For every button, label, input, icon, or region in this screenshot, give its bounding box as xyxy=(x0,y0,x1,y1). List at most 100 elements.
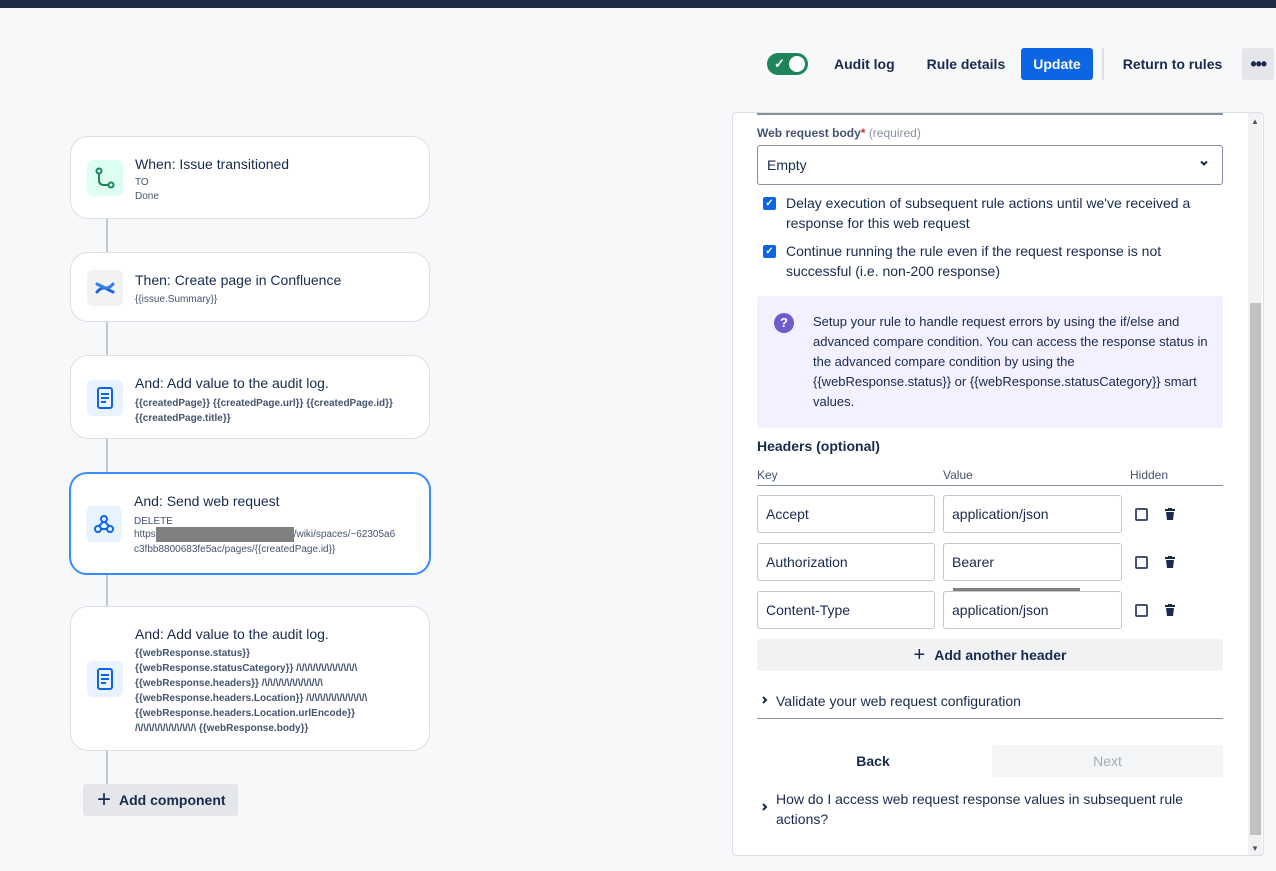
header-value-input[interactable]: Bearer xyxy=(943,543,1122,611)
validate-config-expander[interactable]: Validate your web request configuration xyxy=(757,693,1223,719)
question-icon: ? xyxy=(774,313,794,333)
headers-title: Headers (optional) xyxy=(757,438,880,454)
trigger-card[interactable]: When: Issue transitioned TO Done xyxy=(70,136,430,219)
audit-log-line: {{webResponse.headers.Location.urlEncode… xyxy=(135,708,356,719)
create-page-title: Then: Create page in Confluence xyxy=(135,272,342,288)
trash-icon[interactable] xyxy=(1165,508,1175,520)
check-icon: ✓ xyxy=(774,56,785,71)
toolbar-divider xyxy=(1101,48,1104,80)
audit-log-title: And: Add value to the audit log. xyxy=(135,375,329,391)
audit-log-value: {{createdPage}} {{createdPage.url}} {{cr… xyxy=(135,398,393,409)
info-text: Setup your rule to handle request errors… xyxy=(813,314,1208,409)
url-prefix: https xyxy=(134,529,156,540)
audit-log-line: {{webResponse.headers}} /\/\/\/\/\/\/\/\… xyxy=(135,678,323,689)
scroll-down-arrow[interactable]: ▼ xyxy=(1251,844,1259,853)
flow-connector xyxy=(106,219,108,253)
panel-top-divider xyxy=(757,113,1223,115)
audit-log-title: And: Add value to the audit log. xyxy=(135,626,329,642)
flow-connector xyxy=(106,574,108,607)
create-page-card[interactable]: Then: Create page in Confluence {{issue.… xyxy=(70,252,430,322)
web-request-body-select[interactable]: Empty xyxy=(757,145,1223,185)
audit-log-line: /\/\/\/\/\/\/\/\/\/\/\ {{webResponse.bod… xyxy=(135,723,309,734)
flow-connector xyxy=(106,322,108,356)
hidden-checkbox[interactable] xyxy=(1135,508,1148,521)
validate-label: Validate your web request configuration xyxy=(776,693,1021,709)
create-page-summary: {{issue.Summary}} xyxy=(135,294,218,305)
webhook-icon xyxy=(86,506,122,542)
header-value-text: Bearer xyxy=(952,554,995,570)
redacted-block xyxy=(155,527,294,542)
rule-toolbar: ✓ Audit log Rule details Update Return t… xyxy=(767,48,1275,80)
delay-execution-checkbox[interactable]: ✓ xyxy=(763,197,776,210)
col-hidden: Hidden xyxy=(1130,468,1169,482)
next-button[interactable]: Next xyxy=(992,745,1223,777)
trigger-status: Done xyxy=(135,191,159,202)
body-label-text: Web request body xyxy=(757,126,861,140)
audit-log-line: {{webResponse.status}} xyxy=(135,648,251,659)
add-component-button[interactable]: + Add component xyxy=(83,784,238,816)
confluence-icon xyxy=(87,270,123,306)
add-component-label: Add component xyxy=(119,792,226,808)
trash-icon[interactable] xyxy=(1165,556,1175,568)
scroll-up-arrow[interactable]: ▲ xyxy=(1251,117,1259,126)
web-request-body-label: Web request body* (required) xyxy=(757,126,921,140)
return-to-rules-button[interactable]: Return to rules xyxy=(1123,48,1239,80)
back-button[interactable]: Back xyxy=(757,745,989,777)
required-mark: * xyxy=(860,126,866,140)
web-request-url-line2: c3fbb8800683fe5ac/pages/{{createdPage.id… xyxy=(134,544,336,555)
rule-details-button[interactable]: Rule details xyxy=(927,48,1022,80)
col-value: Value xyxy=(943,468,973,482)
audit-log-line: {{webResponse.statusCategory}} /\/\/\/\/… xyxy=(135,663,358,674)
branch-icon xyxy=(87,160,123,196)
web-request-title: And: Send web request xyxy=(134,493,280,509)
audit-log-line: {{webResponse.headers.Location}} /\/\/\/… xyxy=(135,693,368,704)
trash-icon[interactable] xyxy=(1165,604,1175,616)
audit-log-card-response[interactable]: And: Add value to the audit log. {{webRe… xyxy=(70,606,430,751)
document-icon xyxy=(87,380,123,416)
header-key-input[interactable]: Accept xyxy=(757,495,935,533)
flow-connector xyxy=(106,439,108,473)
more-icon[interactable]: ••• xyxy=(1242,48,1275,80)
update-button[interactable]: Update xyxy=(1021,48,1093,80)
chevron-right-icon xyxy=(761,694,769,709)
add-header-label: Add another header xyxy=(934,647,1067,663)
url-suffix: /wiki/spaces/~62305a6 xyxy=(293,529,396,540)
header-key-input[interactable]: Content-Type xyxy=(757,591,935,629)
continue-running-checkbox-row[interactable]: ✓ Continue running the rule even if the … xyxy=(763,241,1203,281)
panel-scrollbar[interactable]: ▲ ▼ xyxy=(1248,113,1262,855)
header-value-input[interactable]: application/json xyxy=(943,591,1122,629)
faq-expander[interactable]: How do I access web request response val… xyxy=(757,789,1223,829)
header-key-input[interactable]: Authorization xyxy=(757,543,935,581)
plus-icon: + xyxy=(913,643,926,666)
audit-log-card[interactable]: And: Add value to the audit log. {{creat… xyxy=(70,355,430,439)
audit-log-value: {{createdPage.title}} xyxy=(135,413,231,424)
col-key: Key xyxy=(757,468,778,482)
required-text: (required) xyxy=(868,126,921,140)
continue-running-label: Continue running the rule even if the re… xyxy=(786,243,1162,279)
faq-label: How do I access web request response val… xyxy=(776,791,1184,827)
toggle-knob xyxy=(789,56,805,72)
audit-log-button[interactable]: Audit log xyxy=(834,48,911,80)
plus-icon: + xyxy=(97,786,112,813)
scrollbar-thumb[interactable] xyxy=(1250,303,1261,835)
flow-connector xyxy=(106,751,108,785)
body-select-value: Empty xyxy=(767,157,807,173)
delay-execution-label: Delay execution of subsequent rule actio… xyxy=(786,195,1191,231)
web-request-config-panel: Web request body* (required) Empty ✓ Del… xyxy=(732,112,1264,856)
delay-execution-checkbox-row[interactable]: ✓ Delay execution of subsequent rule act… xyxy=(763,193,1203,233)
hidden-checkbox[interactable] xyxy=(1135,604,1148,617)
header-value-input[interactable]: application/json xyxy=(943,495,1122,533)
top-nav-bar xyxy=(0,0,1276,8)
header-table-divider xyxy=(757,485,1223,486)
send-web-request-card[interactable]: And: Send web request DELETE https/wiki/… xyxy=(69,472,431,575)
add-another-header-button[interactable]: + Add another header xyxy=(757,639,1223,671)
info-panel: ? Setup your rule to handle request erro… xyxy=(757,296,1223,428)
hidden-checkbox[interactable] xyxy=(1135,556,1148,569)
trigger-title: When: Issue transitioned xyxy=(135,156,290,172)
document-icon xyxy=(87,661,123,697)
web-request-url: https/wiki/spaces/~62305a6 xyxy=(134,527,424,542)
rule-enabled-toggle[interactable]: ✓ xyxy=(767,53,808,75)
chevron-down-icon xyxy=(1198,157,1210,172)
chevron-right-icon xyxy=(761,799,769,819)
continue-running-checkbox[interactable]: ✓ xyxy=(763,245,776,258)
